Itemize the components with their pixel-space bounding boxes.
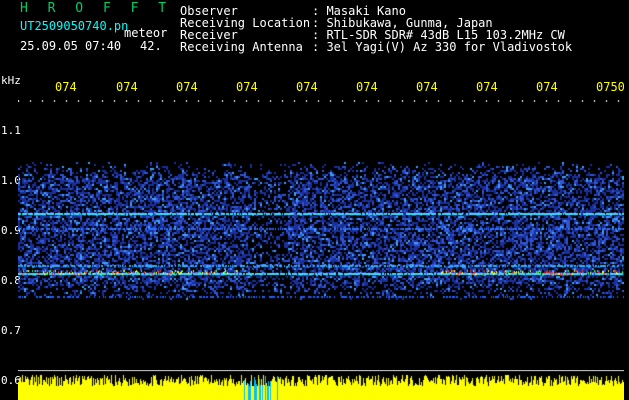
info-label-antenna: Receiving Antenna — [180, 40, 303, 54]
info-value-antenna: : 3el Yagi(V) Az 330 for Vladivostok — [312, 40, 573, 54]
time-tick-label: 074 — [476, 80, 498, 94]
datetime-label: 25.09.05 07:40 — [20, 39, 122, 53]
time-tick-label: 074 — [176, 80, 198, 94]
time-tick-label: 074 — [416, 80, 438, 94]
time-tick-label: 074 — [55, 80, 77, 94]
time-tick-label: 074 — [536, 80, 558, 94]
file-name: UT2509050740.pn — [20, 19, 129, 33]
time-tick-label: 074 — [356, 80, 378, 94]
meteor-count-bars — [18, 370, 624, 400]
time-tick-label: 074 — [296, 80, 318, 94]
app-title: H R O F F T — [20, 1, 173, 16]
axis-unit-label: kHz — [1, 74, 21, 87]
meteor-label: meteor — [124, 26, 168, 40]
time-tick-label: 0750 — [596, 80, 625, 94]
time-tick-label: 074 — [116, 80, 138, 94]
time-tick-label: 074 — [236, 80, 258, 94]
meteor-count: 42. — [140, 39, 162, 53]
spectrogram-canvas — [18, 100, 624, 330]
